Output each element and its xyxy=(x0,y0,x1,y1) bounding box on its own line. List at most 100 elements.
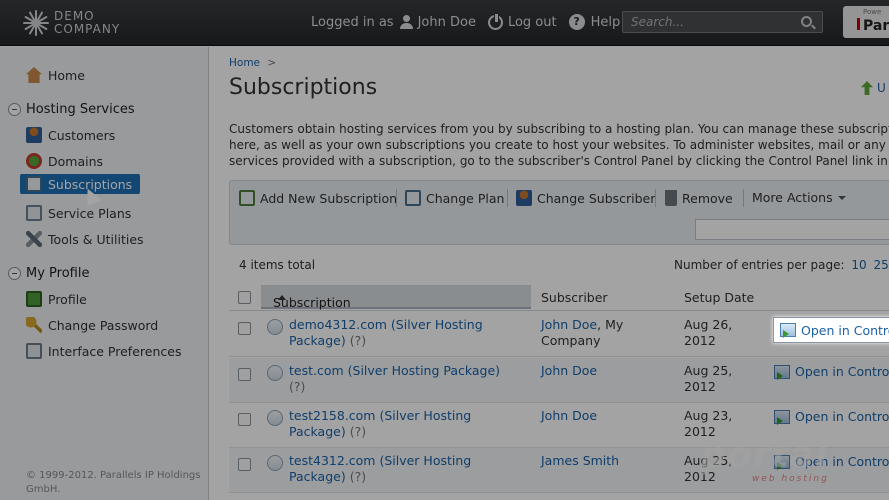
subscription-link[interactable]: test2158.com (Silver Hosting Package) (?… xyxy=(289,408,489,440)
power-icon[interactable] xyxy=(487,12,503,30)
plan-icon xyxy=(405,190,421,206)
sidebar-item-label: Interface Preferences xyxy=(48,343,182,359)
per-page-25[interactable]: 25 xyxy=(874,258,889,272)
help-hint[interactable]: (?) xyxy=(350,333,366,348)
subscriber-link[interactable]: John Doe xyxy=(541,317,597,332)
setup-date: Aug 26, 2012 xyxy=(684,317,754,349)
column-subscriber[interactable]: Subscriber xyxy=(541,290,608,305)
sidebar-item-change-password[interactable]: Change Password xyxy=(26,317,158,333)
select-all-checkbox[interactable] xyxy=(238,291,251,304)
sidebar-item-label: Change Password xyxy=(48,317,159,333)
tools-icon xyxy=(26,231,42,247)
description-line: here, as well as your own subscriptions … xyxy=(229,138,889,152)
section-hosting-services[interactable]: Hosting Services xyxy=(8,102,135,117)
help-hint[interactable]: (?) xyxy=(350,469,366,484)
domain-icon xyxy=(26,153,42,169)
logo-star-icon xyxy=(22,9,50,37)
open-control-panel-link-highlighted[interactable]: Open in Control xyxy=(773,317,889,343)
items-total: 4 items total xyxy=(239,258,316,272)
button-label: Remove xyxy=(682,190,733,206)
sidebar: Home Hosting Services Customers Domains … xyxy=(0,47,209,500)
logged-in-label: Logged in as xyxy=(311,14,394,30)
help-link[interactable]: Help xyxy=(591,15,621,30)
sidebar-item-label: Tools & Utilities xyxy=(48,231,144,247)
subscriber-link[interactable]: James Smith xyxy=(541,453,619,468)
help-hint[interactable]: (?) xyxy=(289,379,305,394)
parallels-badge[interactable]: Powe Par xyxy=(843,6,889,38)
upload-label: U xyxy=(877,81,886,95)
entries-per-page: Number of entries per page: 10 25 1 xyxy=(674,258,889,272)
subscription-name-cont: Package) xyxy=(289,333,346,348)
search-icon[interactable] xyxy=(801,16,812,27)
copyright-text: © 1999-2012. Parallels IP Holdings GmbH. xyxy=(26,469,206,497)
help-hint[interactable]: (?) xyxy=(350,424,366,439)
upload-link[interactable]: U xyxy=(861,81,886,95)
date-year: 2012 xyxy=(684,333,716,348)
date-part: Aug 26, xyxy=(684,317,733,332)
remove-button[interactable]: Remove xyxy=(665,190,733,206)
subscription-name: demo4312.com (Silver Hosting xyxy=(289,317,483,332)
row-checkbox[interactable] xyxy=(238,368,251,381)
row-checkbox[interactable] xyxy=(238,413,251,426)
search-input[interactable] xyxy=(623,12,793,32)
company-logo[interactable]: DEMO COMPANY xyxy=(22,9,120,37)
subscription-link[interactable]: test4312.com (Silver Hosting Package) (?… xyxy=(289,453,489,485)
section-label: Hosting Services xyxy=(26,102,135,117)
subscription-link[interactable]: demo4312.com (Silver Hosting Package) (?… xyxy=(289,317,489,349)
button-label: More Actions xyxy=(752,190,833,205)
preferences-icon xyxy=(26,343,42,359)
trash-icon xyxy=(665,190,677,206)
button-label: Change Subscriber xyxy=(537,190,656,206)
sidebar-item-customers[interactable]: Customers xyxy=(26,127,115,143)
section-my-profile[interactable]: My Profile xyxy=(8,266,89,281)
open-panel-icon xyxy=(774,409,790,425)
open-panel-icon xyxy=(780,323,796,338)
open-control-panel-link[interactable]: Open in Control xyxy=(774,364,889,380)
column-subscription[interactable]: Subscription xyxy=(261,285,531,310)
row-checkbox[interactable] xyxy=(238,458,251,471)
sidebar-item-profile[interactable]: Profile xyxy=(26,291,87,307)
sidebar-item-tools[interactable]: Tools & Utilities xyxy=(26,231,144,247)
breadcrumb-separator: > xyxy=(267,57,277,69)
more-actions-dropdown[interactable]: More Actions xyxy=(752,190,846,205)
help-icon[interactable]: ? xyxy=(568,14,585,30)
change-plan-button[interactable]: Change Plan xyxy=(405,190,504,206)
table-row: test.com (Silver Hosting Package) (?) Jo… xyxy=(229,358,889,403)
open-label: Open in Control xyxy=(795,409,889,424)
search-box xyxy=(622,11,823,33)
change-subscriber-button[interactable]: Change Subscriber xyxy=(516,190,655,206)
page-title: Subscriptions xyxy=(229,75,378,100)
sidebar-item-label: Home xyxy=(48,67,85,83)
sidebar-item-interface-preferences[interactable]: Interface Preferences xyxy=(26,343,181,359)
subscription-link[interactable]: test.com (Silver Hosting Package) (?) xyxy=(289,363,519,395)
subscriber-link[interactable]: John Doe xyxy=(541,408,597,423)
list-search-input[interactable] xyxy=(695,219,889,240)
open-label: Open in Control xyxy=(801,322,889,338)
open-panel-icon xyxy=(774,364,790,380)
main-content: Home > Subscriptions U Customers obtain … xyxy=(210,47,889,500)
copyright-line1: © 1999-2012. Parallels IP Holdings xyxy=(26,470,201,481)
sidebar-item-domains[interactable]: Domains xyxy=(26,153,103,169)
sidebar-item-label: Profile xyxy=(48,291,87,307)
breadcrumb: Home > xyxy=(229,57,276,69)
sidebar-item-home[interactable]: Home xyxy=(26,67,85,83)
subscriber-link[interactable]: John Doe xyxy=(541,363,597,378)
add-subscription-button[interactable]: Add New Subscription xyxy=(239,190,397,206)
button-label: Add New Subscription xyxy=(260,190,398,206)
sidebar-item-service-plans[interactable]: Service Plans xyxy=(26,205,131,221)
column-setup-date[interactable]: Setup Date xyxy=(684,290,754,305)
subscriber-cell: John Doe xyxy=(541,408,641,424)
row-checkbox[interactable] xyxy=(238,322,251,335)
breadcrumb-home-link[interactable]: Home xyxy=(229,57,260,69)
user-name-link[interactable]: John Doe xyxy=(418,15,476,30)
user-icon xyxy=(399,15,413,29)
collapse-icon[interactable] xyxy=(8,103,21,116)
collapse-icon[interactable] xyxy=(8,267,21,280)
open-control-panel-link[interactable]: Open in Control xyxy=(774,409,889,425)
sidebar-item-label: Service Plans xyxy=(48,205,132,221)
description-line: Customers obtain hosting services from y… xyxy=(229,122,889,136)
page-description: Customers obtain hosting services from y… xyxy=(229,121,889,169)
logout-link[interactable]: Log out xyxy=(508,15,557,30)
per-page-10[interactable]: 10 xyxy=(851,258,866,272)
home-icon xyxy=(26,67,42,83)
